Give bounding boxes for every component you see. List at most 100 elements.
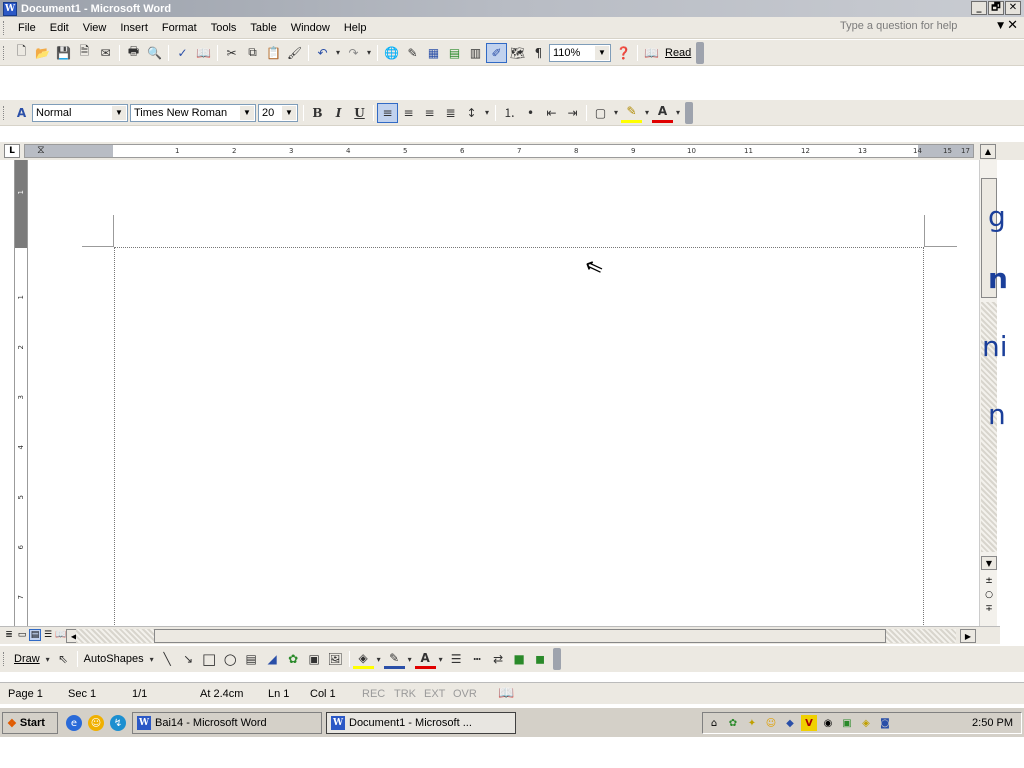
copy-icon[interactable]: ⧉ — [242, 43, 263, 63]
tray-app-icon[interactable]: ◉ — [820, 715, 836, 731]
print-icon[interactable]: 🖶 — [123, 43, 144, 63]
decrease-indent-icon[interactable]: ⇤ — [541, 103, 562, 123]
status-trk[interactable]: TRK — [394, 688, 416, 700]
autoshapes-menu-button[interactable]: AutoShapes — [81, 653, 147, 665]
justify-icon[interactable]: ≣ — [440, 103, 461, 123]
font-color-icon[interactable]: A — [652, 103, 673, 123]
line-tool-icon[interactable]: ╲ — [157, 649, 178, 669]
previous-page-icon[interactable]: ± — [981, 574, 997, 588]
tray-messenger-icon[interactable]: ☺ — [763, 715, 779, 731]
minimize-button[interactable]: _ — [971, 1, 987, 15]
numbering-icon[interactable]: ⒈ — [499, 103, 520, 123]
document-map-icon[interactable]: 🗺 — [507, 43, 528, 63]
show-hide-icon[interactable]: ¶ — [528, 43, 549, 63]
autoshapes-dropdown-icon[interactable]: ▾ — [147, 649, 157, 669]
diagram-icon[interactable]: ✿ — [283, 649, 304, 669]
undo-dropdown-icon[interactable]: ▾ — [333, 43, 343, 63]
email-icon[interactable]: ✉ — [95, 43, 116, 63]
media-quicklaunch-icon[interactable]: ↯ — [110, 715, 126, 731]
arrow-tool-icon[interactable]: ↘ — [178, 649, 199, 669]
dash-style-icon[interactable]: ┅ — [467, 649, 488, 669]
font-select[interactable]: Times New Roman ▼ — [130, 103, 256, 122]
toolbar-options-icon[interactable] — [552, 648, 561, 670]
menu-format[interactable]: Format — [155, 22, 204, 34]
italic-button[interactable]: I — [328, 103, 349, 123]
draw-dropdown-icon[interactable]: ▾ — [43, 649, 53, 669]
first-line-indent-icon[interactable]: ⧖ — [37, 143, 45, 157]
toolbar-options-icon[interactable] — [685, 101, 693, 124]
menu-table[interactable]: Table — [243, 22, 283, 34]
web-layout-view-icon[interactable]: ▭ — [16, 629, 28, 641]
menu-tools[interactable]: Tools — [204, 22, 244, 34]
font-color-dropdown-icon[interactable]: ▾ — [673, 103, 683, 123]
tray-app-icon[interactable]: ◆ — [782, 715, 798, 731]
line-style-icon[interactable]: ☰ — [446, 649, 467, 669]
toolbar-grip[interactable] — [3, 105, 6, 120]
ie-quicklaunch-icon[interactable]: e — [66, 715, 82, 731]
scroll-right-button[interactable]: ▶ — [960, 629, 976, 643]
oval-tool-icon[interactable]: ○ — [220, 649, 241, 669]
bold-button[interactable]: B — [307, 103, 328, 123]
menu-insert[interactable]: Insert — [113, 22, 155, 34]
highlight-icon[interactable]: ✎ — [621, 103, 642, 123]
toolbar-grip[interactable] — [3, 652, 6, 666]
open-folder-icon[interactable]: 📂 — [32, 43, 53, 63]
tab-selector[interactable]: L — [4, 144, 20, 158]
menu-window[interactable]: Window — [284, 22, 337, 34]
menu-file[interactable]: File — [11, 22, 43, 34]
undo-icon[interactable]: ↶ — [312, 43, 333, 63]
styles-pane-icon[interactable]: A — [11, 103, 32, 123]
status-ext[interactable]: EXT — [424, 688, 445, 700]
paste-icon[interactable]: 📋 — [263, 43, 284, 63]
line-spacing-dropdown-icon[interactable]: ▾ — [482, 103, 492, 123]
bullets-icon[interactable]: • — [520, 103, 541, 123]
research-icon[interactable]: 📖 — [193, 43, 214, 63]
permission-icon[interactable]: 🗎 — [74, 43, 95, 63]
align-left-icon[interactable]: ≡ — [377, 102, 398, 123]
line-spacing-icon[interactable]: ↕ — [461, 103, 482, 123]
tray-app-icon[interactable]: ◈ — [858, 715, 874, 731]
vertical-ruler[interactable]: 1 1 2 3 4 5 6 7 — [14, 160, 28, 626]
messenger-quicklaunch-icon[interactable]: ☺ — [88, 715, 104, 731]
text-boundary[interactable] — [114, 247, 924, 627]
taskbar-item-document1[interactable]: W Document1 - Microsoft ... — [326, 712, 516, 734]
new-document-icon[interactable]: 🗋 — [11, 43, 32, 63]
read-button[interactable]: Read — [662, 47, 694, 59]
redo-dropdown-icon[interactable]: ▾ — [364, 43, 374, 63]
close-button[interactable]: ✕ — [1005, 1, 1021, 15]
status-ovr[interactable]: OVR — [453, 688, 477, 700]
clip-art-icon[interactable]: ▣ — [304, 649, 325, 669]
tray-network-icon[interactable]: ⌂ — [706, 715, 722, 731]
save-icon[interactable]: 💾 — [53, 43, 74, 63]
outline-view-icon[interactable]: ☰ — [42, 629, 54, 641]
font-dropdown-icon[interactable]: ▼ — [240, 105, 254, 120]
style-select[interactable]: Normal ▼ — [32, 103, 128, 122]
style-dropdown-icon[interactable]: ▼ — [112, 105, 126, 120]
redo-icon[interactable]: ↷ — [343, 43, 364, 63]
spelling-icon[interactable]: ✓ — [172, 43, 193, 63]
draw-font-color-icon[interactable]: A — [414, 649, 436, 669]
underline-button[interactable]: U — [349, 103, 370, 123]
hyperlink-icon[interactable]: 🌐 — [381, 43, 402, 63]
print-preview-icon[interactable]: 🔍 — [144, 43, 165, 63]
help-dropdown-icon[interactable]: ▼ — [997, 21, 1004, 31]
insert-picture-icon[interactable]: 🖼 — [325, 649, 346, 669]
horizontal-scroll-thumb[interactable] — [154, 629, 886, 643]
zoom-select[interactable]: 110% ▼ — [549, 43, 611, 62]
toolbar-grip[interactable] — [3, 45, 6, 60]
word-app-icon[interactable]: W — [3, 1, 17, 16]
menu-view[interactable]: View — [76, 22, 114, 34]
menu-edit[interactable]: Edit — [43, 22, 76, 34]
cut-icon[interactable]: ✂ — [221, 43, 242, 63]
insert-table-icon[interactable]: ▦ — [423, 43, 444, 63]
draw-menu-button[interactable]: Draw — [11, 653, 43, 665]
tray-app-icon[interactable]: ◙ — [877, 715, 893, 731]
font-size-select[interactable]: 20 ▼ — [258, 103, 298, 122]
tray-app-icon[interactable]: ▣ — [839, 715, 855, 731]
increase-indent-icon[interactable]: ⇥ — [562, 103, 583, 123]
highlight-dropdown-icon[interactable]: ▾ — [642, 103, 652, 123]
border-icon[interactable]: ▢ — [590, 103, 611, 123]
scroll-down-button[interactable]: ▼ — [981, 556, 997, 570]
restore-button[interactable]: 🗗 — [988, 1, 1004, 15]
wordart-icon[interactable]: ◢ — [262, 649, 283, 669]
